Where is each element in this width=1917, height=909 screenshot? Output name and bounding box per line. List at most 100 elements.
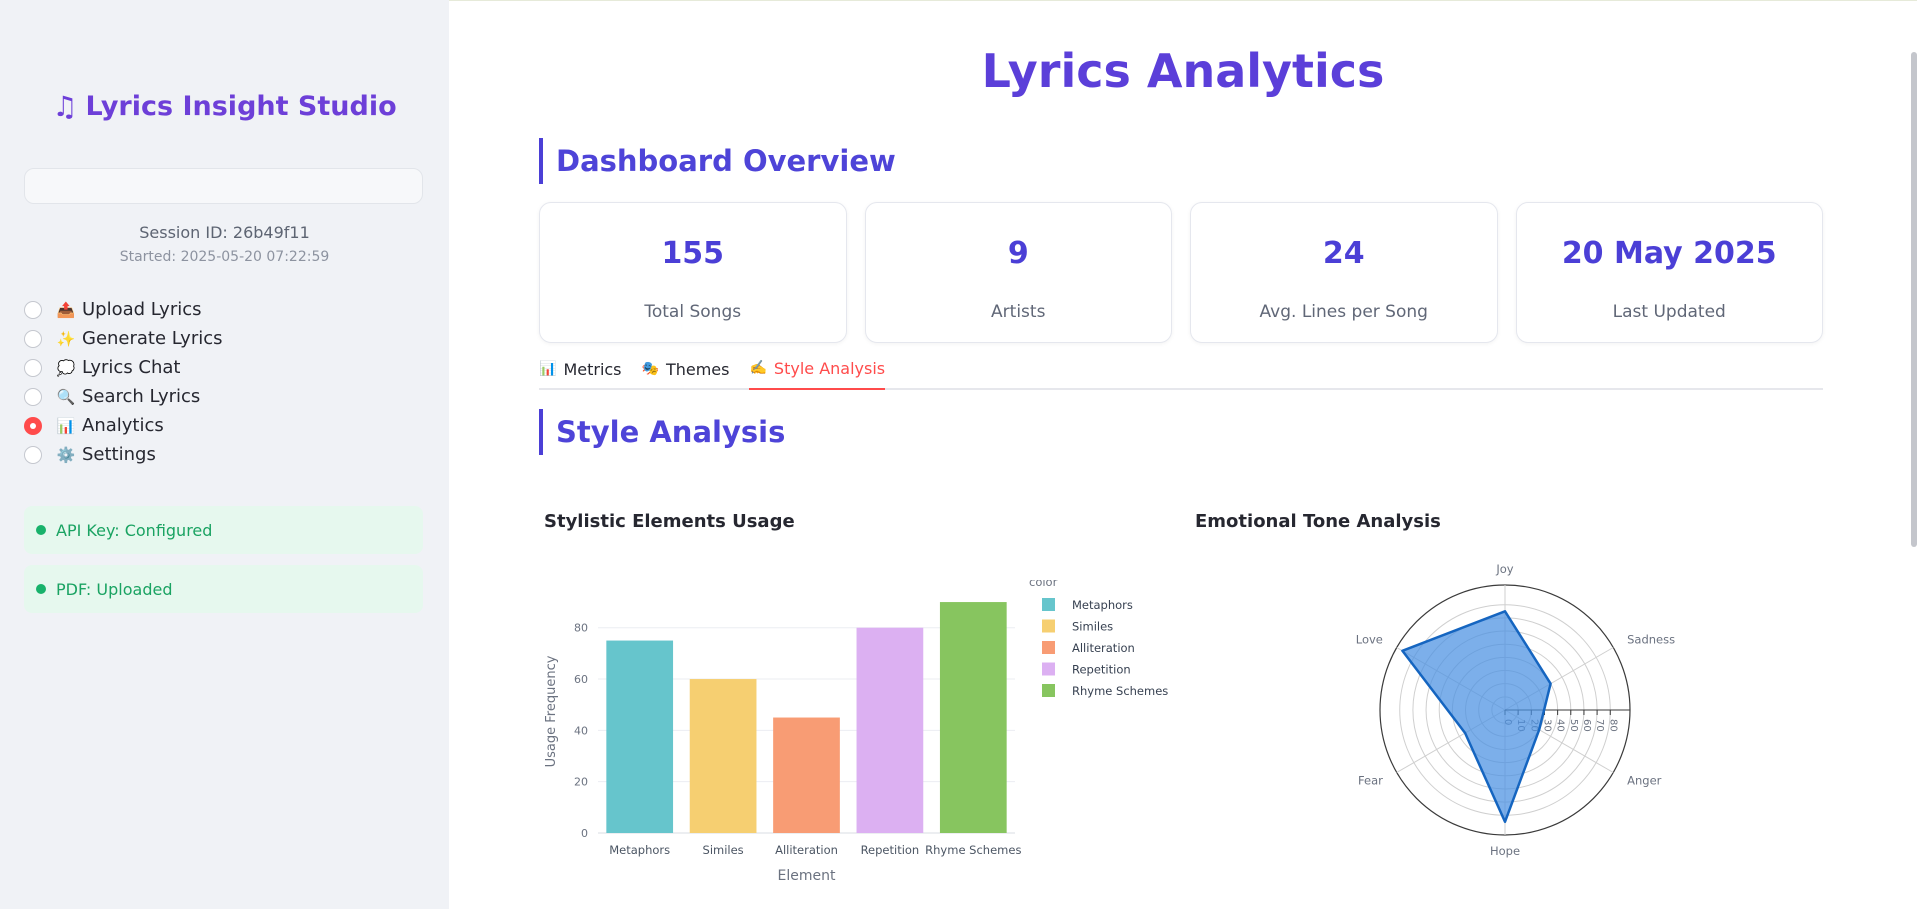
- nav-item-lyrics-chat[interactable]: 💭 Lyrics Chat: [24, 353, 414, 382]
- legend-swatch: [1042, 619, 1055, 633]
- radial-tick-label: 80: [1607, 719, 1618, 732]
- tab-themes[interactable]: 🎭 Themes: [642, 352, 730, 390]
- legend-swatch: [1042, 662, 1055, 676]
- status-dot-icon: [36, 525, 46, 535]
- app-brand: ♫ Lyrics Insight Studio: [0, 90, 449, 123]
- radial-tick-label: 60: [1581, 719, 1592, 732]
- radar-axis-label: Sadness: [1627, 633, 1675, 647]
- api-key-status: API Key: Configured: [24, 506, 423, 554]
- legend-label: Rhyme Schemes: [1072, 684, 1168, 698]
- radio-button[interactable]: [24, 445, 42, 464]
- x-axis-title: Element: [778, 868, 836, 884]
- metric-value: 20 May 2025: [1561, 236, 1777, 271]
- gear-icon: ⚙️: [56, 445, 76, 464]
- x-tick-label: Rhyme Schemes: [925, 843, 1021, 857]
- style-analysis-heading: Style Analysis: [539, 409, 785, 455]
- radar-axis-label: Love: [1356, 633, 1383, 647]
- y-axis-title: Usage Frequency: [544, 655, 559, 767]
- nav-item-analytics[interactable]: 📊 Analytics: [24, 411, 414, 440]
- metric-card-avg-lines: 24 Avg. Lines per Song: [1190, 202, 1498, 343]
- nav-item-upload-lyrics[interactable]: 📤 Upload Lyrics: [24, 295, 414, 324]
- status-label: PDF: Uploaded: [56, 579, 173, 599]
- bar-chart-icon: 📊: [56, 416, 76, 435]
- thought-bubble-icon: 💭: [56, 358, 76, 377]
- tab-label: Themes: [665, 359, 730, 379]
- sparkles-icon: ✨: [56, 329, 76, 348]
- x-tick-label: Metaphors: [609, 843, 670, 857]
- y-tick-label: 80: [574, 622, 588, 635]
- bar-repetition: [856, 627, 924, 833]
- metric-label: Avg. Lines per Song: [1259, 302, 1428, 322]
- bar-chart-icon: 📊: [539, 361, 557, 377]
- bar-alliteration: [773, 717, 840, 833]
- sidebar-nav: 📤 Upload Lyrics ✨ Generate Lyrics 💭 Lyri…: [24, 295, 414, 469]
- metric-value: 9: [1007, 236, 1029, 271]
- tab-metrics[interactable]: 📊 Metrics: [539, 352, 622, 390]
- radio-button[interactable]: [24, 358, 42, 377]
- y-tick-label: 0: [581, 827, 588, 840]
- session-id: Session ID: 26b49f11: [139, 223, 310, 242]
- legend-label: Metaphors: [1072, 598, 1133, 612]
- legend-label: Repetition: [1072, 663, 1131, 677]
- metric-value: 155: [661, 236, 725, 271]
- nav-item-settings[interactable]: ⚙️ Settings: [24, 440, 414, 469]
- dashboard-overview-heading: Dashboard Overview: [539, 138, 896, 184]
- x-tick-label: Repetition: [861, 843, 920, 857]
- nav-item-generate-lyrics[interactable]: ✨ Generate Lyrics: [24, 324, 414, 353]
- session-started: Started: 2025-05-20 07:22:59: [119, 249, 330, 265]
- nav-item-label: Lyrics Chat: [82, 357, 181, 378]
- analytics-tabs: 📊 Metrics 🎭 Themes ✍️ Style Analysis: [539, 352, 1823, 390]
- page-scrollbar[interactable]: [1911, 52, 1917, 547]
- radio-button[interactable]: [24, 329, 42, 348]
- bar-metaphors: [606, 640, 674, 833]
- magnifier-icon: 🔍: [56, 387, 76, 406]
- metric-value: 24: [1322, 236, 1365, 271]
- y-tick-label: 40: [574, 724, 588, 737]
- radio-button[interactable]: [24, 387, 42, 406]
- page-title: Lyrics Analytics: [981, 44, 1385, 98]
- nav-item-label: Settings: [82, 444, 156, 465]
- sidebar-search-input[interactable]: [24, 168, 423, 204]
- nav-item-label: Upload Lyrics: [82, 299, 202, 320]
- radial-tick-label: 70: [1594, 719, 1605, 732]
- stylistic-elements-bar-chart: 0 20 40 60 80 Metaphors Similes Alliteration Rep…: [544, 580, 1168, 884]
- bar-chart-title: Stylistic Elements Usage: [544, 511, 795, 532]
- metric-label: Last Updated: [1612, 302, 1726, 322]
- metric-cards: 155 Total Songs 9 Artists 24 Avg. Lines …: [539, 202, 1823, 343]
- status-dot-icon: [36, 584, 46, 594]
- bar-similes: [689, 679, 757, 833]
- writing-hand-icon: ✍️: [749, 360, 767, 376]
- sidebar: ♫ Lyrics Insight Studio Session ID: 26b4…: [0, 0, 449, 909]
- legend-title: color: [1029, 580, 1058, 589]
- metric-card-total-songs: 155 Total Songs: [539, 202, 847, 343]
- x-tick-label: Similes: [703, 843, 744, 857]
- outbox-tray-icon: 📤: [56, 300, 76, 319]
- radial-tick-label: 40: [1555, 719, 1566, 732]
- y-tick-label: 60: [574, 673, 588, 686]
- legend-swatch: [1042, 641, 1055, 654]
- theater-masks-icon: 🎭: [641, 361, 659, 377]
- metric-card-last-updated: 20 May 2025 Last Updated: [1515, 202, 1823, 343]
- radio-button[interactable]: [24, 300, 42, 319]
- radar-chart-title: Emotional Tone Analysis: [1195, 511, 1441, 532]
- radio-button-selected[interactable]: [24, 416, 42, 435]
- radar-axis-label: Fear: [1358, 774, 1383, 788]
- radial-tick-label: 30: [1541, 719, 1552, 732]
- emotional-tone-radar-chart: 01020304050607080JoySadnessAngerHopeFear…: [1356, 562, 1675, 858]
- nav-item-label: Analytics: [82, 415, 164, 436]
- status-label: API Key: Configured: [56, 520, 213, 540]
- music-note-icon: ♫: [52, 90, 78, 123]
- radial-tick-label: 50: [1568, 719, 1579, 732]
- legend-swatch: [1042, 598, 1055, 611]
- pdf-status: PDF: Uploaded: [24, 565, 423, 613]
- nav-item-label: Search Lyrics: [82, 386, 201, 407]
- metric-label: Artists: [991, 302, 1046, 322]
- nav-item-search-lyrics[interactable]: 🔍 Search Lyrics: [24, 382, 414, 411]
- tab-style-analysis[interactable]: ✍️ Style Analysis: [749, 352, 886, 390]
- legend-label: Alliteration: [1072, 641, 1135, 655]
- tab-label: Metrics: [563, 359, 622, 379]
- legend-swatch: [1042, 684, 1055, 697]
- tab-label: Style Analysis: [773, 358, 886, 378]
- radar-series-area: [1401, 610, 1552, 824]
- legend-label: Similes: [1072, 620, 1113, 634]
